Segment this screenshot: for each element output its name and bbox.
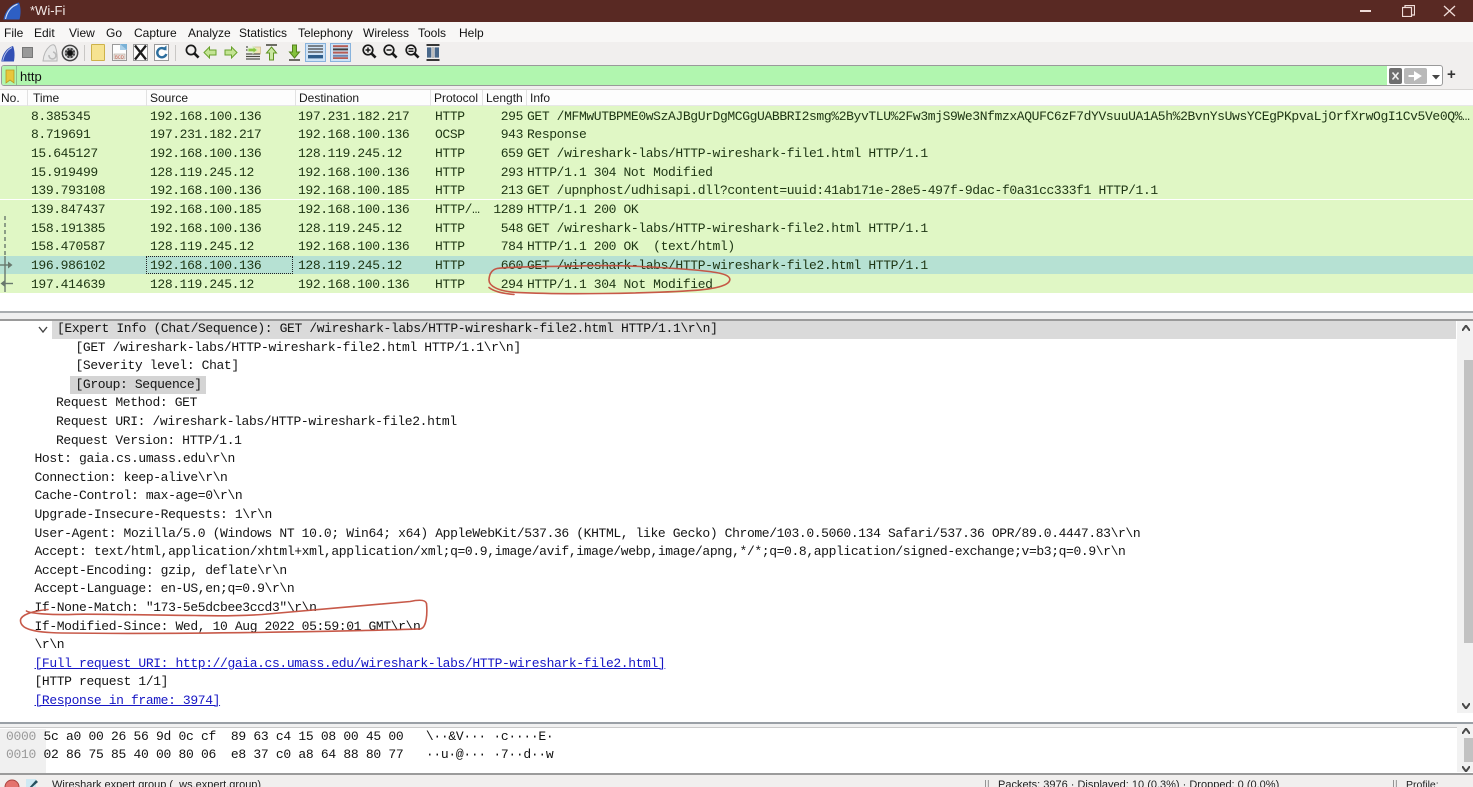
svg-text:BCD: BCD (115, 54, 124, 59)
